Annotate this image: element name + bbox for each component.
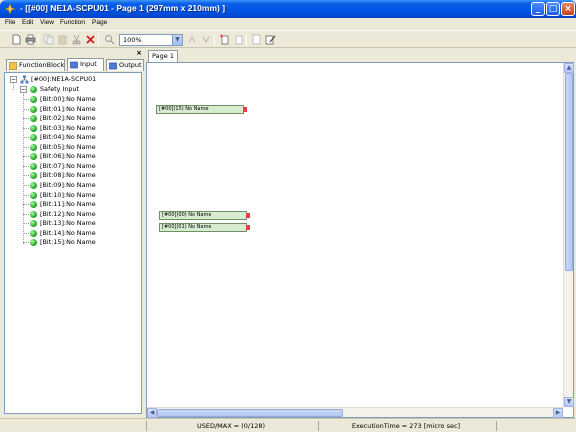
menu-view[interactable]: View — [40, 19, 54, 26]
zoom-value: 100% — [123, 36, 142, 44]
status-ok-icon — [30, 143, 37, 151]
status-ok-icon — [30, 86, 37, 93]
tree-item[interactable]: [Bit:03]:No Name — [40, 124, 96, 132]
tree-item[interactable]: [Bit:01]:No Name — [40, 105, 96, 113]
status-ok-icon — [30, 220, 37, 228]
status-ok-icon — [30, 96, 37, 103]
tree-item[interactable]: [Bit:04]:No Name — [40, 133, 96, 141]
zoom-select[interactable]: 100% ▼ — [119, 34, 183, 46]
menu-function[interactable]: Function — [60, 19, 85, 26]
zoom-out-icon[interactable] — [201, 34, 212, 45]
scroll-down-icon[interactable]: ▼ — [564, 397, 574, 407]
vertical-scrollbar[interactable]: ▲ ▼ — [563, 63, 574, 407]
status-ok-icon — [30, 134, 37, 142]
status-ok-icon — [30, 162, 37, 170]
menu-file[interactable]: File — [5, 19, 15, 26]
add-page-icon[interactable] — [219, 34, 230, 45]
output-icon — [109, 62, 117, 70]
tree-item[interactable]: [Bit:11]:No Name — [40, 200, 96, 208]
panel-close-icon[interactable]: × — [136, 49, 142, 57]
scroll-up-icon[interactable]: ▲ — [564, 63, 574, 73]
find-icon[interactable] — [104, 34, 115, 45]
vertical-scroll-thumb[interactable] — [565, 73, 573, 271]
page-setup-icon[interactable] — [251, 34, 262, 45]
zoom-in-icon[interactable] — [187, 34, 198, 45]
tree-item[interactable]: [Bit:12]:No Name — [40, 210, 96, 218]
tree-item[interactable]: [Bit:10]:No Name — [40, 191, 96, 199]
horizontal-scrollbar[interactable]: ◀ ▶ — [147, 407, 563, 418]
tab-output-label: Output — [119, 61, 142, 69]
tree-item[interactable]: [Bit:02]:No Name — [40, 114, 96, 122]
copy-icon[interactable] — [43, 34, 54, 45]
collapse-icon[interactable]: − — [10, 76, 17, 83]
tab-input[interactable]: Input — [67, 58, 104, 71]
status-ok-icon — [30, 153, 37, 161]
print-icon[interactable] — [25, 34, 36, 45]
tab-functionblock[interactable]: FunctionBlock — [6, 59, 65, 71]
function-block-icon — [9, 62, 17, 70]
close-button[interactable]: × — [561, 2, 575, 16]
cut-icon[interactable] — [71, 34, 82, 45]
delete-icon[interactable] — [85, 34, 96, 45]
left-panel: × FunctionBlock Input Output − [#00]:NE1… — [2, 48, 144, 416]
insert-page-icon[interactable] — [233, 34, 244, 45]
edit-page-icon[interactable] — [265, 34, 276, 45]
tree-item[interactable]: [Bit:07]:No Name — [40, 162, 96, 170]
chevron-down-icon[interactable]: ▼ — [172, 35, 182, 45]
tree-item[interactable]: [Bit:13]:No Name — [40, 219, 96, 227]
status-ok-icon — [30, 239, 37, 247]
editor-canvas[interactable]: [#00](15) No Name [#00](00) No Name [#00… — [146, 62, 574, 418]
input-tree[interactable]: − [#00]:NE1A-SCPU01 − Safety Input [Bit:… — [4, 72, 142, 414]
tab-functionblock-label: FunctionBlock — [19, 61, 65, 69]
status-ok-icon — [30, 181, 37, 189]
tab-input-label: Input — [80, 60, 97, 68]
tree-group-label[interactable]: Safety Input — [40, 85, 79, 93]
toolbar: 100% ▼ — [0, 30, 576, 48]
menu-bar: File Edit View Function Page — [0, 18, 576, 29]
output-port[interactable] — [246, 213, 250, 218]
minimize-button[interactable]: _ — [531, 2, 545, 16]
tree-item[interactable]: [Bit:08]:No Name — [40, 171, 96, 179]
status-ok-icon — [30, 115, 37, 123]
status-ok-icon — [30, 229, 37, 237]
input-icon — [70, 61, 78, 69]
status-used-max: USED/MAX = (0/128) — [196, 422, 266, 430]
tab-output[interactable]: Output — [106, 59, 144, 71]
status-ok-icon — [30, 201, 37, 209]
horizontal-scroll-thumb[interactable] — [157, 409, 343, 417]
page-tabs: Page 1 — [146, 48, 574, 62]
tree-item[interactable]: [Bit:09]:No Name — [40, 181, 96, 189]
input-block[interactable]: [#00](01) No Name — [159, 223, 247, 232]
input-block[interactable]: [#00](00) No Name — [159, 211, 247, 220]
tree-item[interactable]: [Bit:05]:No Name — [40, 143, 96, 151]
tree-item[interactable]: [Bit:14]:No Name — [40, 229, 96, 237]
status-ok-icon — [30, 191, 37, 199]
network-icon — [20, 75, 29, 84]
maximize-button[interactable]: □ — [546, 2, 560, 16]
tree-item[interactable]: [Bit:00]:No Name — [40, 95, 96, 103]
window-title: - [[#00] NE1A-SCPU01 - Page 1 (297mm x 2… — [20, 3, 226, 13]
status-ok-icon — [30, 124, 37, 132]
tree-item[interactable]: [Bit:15]:No Name — [40, 238, 96, 246]
paste-icon[interactable] — [57, 34, 68, 45]
title-bar[interactable]: - [[#00] NE1A-SCPU01 - Page 1 (297mm x 2… — [0, 0, 576, 18]
output-port[interactable] — [243, 107, 247, 112]
status-execution-time: ExecutionTime = 273 [micro sec] — [351, 422, 461, 430]
input-block[interactable]: [#00](15) No Name — [156, 105, 244, 114]
scroll-right-icon[interactable]: ▶ — [553, 408, 563, 418]
new-icon[interactable] — [11, 34, 22, 45]
status-ok-icon — [30, 172, 37, 180]
tab-page-1[interactable]: Page 1 — [148, 50, 178, 62]
tree-item[interactable]: [Bit:06]:No Name — [40, 152, 96, 160]
menu-edit[interactable]: Edit — [22, 19, 33, 26]
app-icon — [4, 3, 16, 15]
output-port[interactable] — [246, 225, 250, 230]
scroll-left-icon[interactable]: ◀ — [147, 408, 157, 418]
status-ok-icon — [30, 210, 37, 218]
status-ok-icon — [30, 105, 37, 113]
status-bar: USED/MAX = (0/128) ExecutionTime = 273 [… — [0, 418, 576, 432]
collapse-icon[interactable]: − — [20, 86, 27, 93]
tree-root-label[interactable]: [#00]:NE1A-SCPU01 — [31, 75, 96, 83]
menu-page[interactable]: Page — [92, 19, 107, 26]
